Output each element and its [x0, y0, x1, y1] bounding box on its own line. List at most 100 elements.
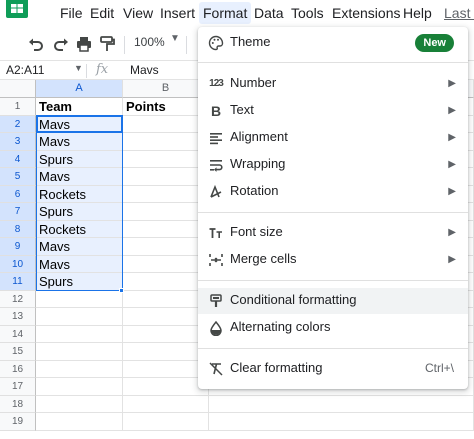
menu-view[interactable]: View	[123, 4, 153, 22]
cell-b[interactable]	[123, 395, 209, 413]
redo-icon[interactable]	[51, 34, 71, 54]
cell-a[interactable]: Mavs	[36, 133, 123, 151]
row-header[interactable]: 13	[0, 308, 36, 326]
cell-b[interactable]	[123, 360, 209, 378]
row-header[interactable]: 17	[0, 378, 36, 396]
cell-a[interactable]: Mavs	[36, 238, 123, 256]
menu-item-clear-formatting[interactable]: Clear formatting Ctrl+\	[198, 356, 468, 382]
menu-file[interactable]: File	[60, 4, 83, 22]
row-header[interactable]: 15	[0, 343, 36, 361]
cell-a[interactable]: Mavs	[36, 115, 123, 133]
menu-format[interactable]: Format	[199, 2, 252, 24]
cell-b[interactable]: 1	[123, 255, 209, 273]
cell-b[interactable]	[123, 343, 209, 361]
cell-b[interactable]: 1	[123, 185, 209, 203]
print-icon[interactable]	[74, 34, 94, 54]
menu-insert[interactable]: Insert	[160, 4, 195, 22]
cell-a[interactable]	[36, 395, 123, 413]
row-header[interactable]: 1	[0, 98, 36, 116]
cell-a[interactable]: Rockets	[36, 220, 123, 238]
menu-divider	[198, 348, 468, 349]
menu-extensions[interactable]: Extensions	[332, 4, 400, 22]
menu-item-number[interactable]: 123 Number ▶	[198, 71, 468, 97]
cell-b[interactable]: 2	[123, 115, 209, 133]
row-header[interactable]: 8	[0, 220, 36, 238]
menu-help[interactable]: Help	[403, 4, 432, 22]
conditional-format-icon	[208, 293, 224, 309]
cell-b[interactable]	[123, 413, 209, 431]
keyboard-shortcut: Ctrl+\	[424, 361, 454, 375]
menu-tools[interactable]: Tools	[291, 4, 324, 22]
cell-b[interactable]: 1	[123, 273, 209, 291]
menu-item-theme[interactable]: Theme New	[198, 30, 468, 56]
cell-a[interactable]: Spurs	[36, 203, 123, 221]
cell-b[interactable]: 1	[123, 150, 209, 168]
menu-item-merge-cells[interactable]: Merge cells ▶	[198, 247, 468, 273]
row-header[interactable]: 7	[0, 203, 36, 221]
row-header[interactable]: 11	[0, 273, 36, 291]
menu-item-alternating-colors[interactable]: Alternating colors	[198, 315, 468, 341]
name-box[interactable]: A2:A11	[6, 63, 44, 77]
cell-a[interactable]: Rockets	[36, 185, 123, 203]
row-header[interactable]: 2	[0, 115, 36, 133]
cell-a[interactable]: Mavs	[36, 168, 123, 186]
row-header[interactable]: 14	[0, 325, 36, 343]
fill-handle[interactable]	[119, 288, 124, 293]
cell-a[interactable]: Spurs	[36, 150, 123, 168]
cell-b[interactable]: Points	[123, 98, 209, 116]
cell-a[interactable]	[36, 308, 123, 326]
menu-item-font-size[interactable]: Font size ▶	[198, 220, 468, 246]
menu-data[interactable]: Data	[254, 4, 284, 22]
cell-a[interactable]: Spurs	[36, 273, 123, 291]
row-header[interactable]: 19	[0, 413, 36, 431]
cell-b[interactable]	[123, 308, 209, 326]
cell-b[interactable]: 1	[123, 133, 209, 151]
row-header[interactable]: 10	[0, 255, 36, 273]
cell-a[interactable]	[36, 413, 123, 431]
row-header[interactable]: 18	[0, 395, 36, 413]
cell-c[interactable]	[209, 413, 474, 431]
menu-edit[interactable]: Edit	[90, 4, 114, 22]
cell-c[interactable]	[209, 395, 474, 413]
cell-a[interactable]	[36, 378, 123, 396]
palette-icon	[208, 35, 224, 51]
menu-item-text[interactable]: B Text ▶	[198, 98, 468, 124]
paint-format-icon[interactable]	[97, 34, 117, 54]
cell-b[interactable]: 1	[123, 238, 209, 256]
row-header[interactable]: 9	[0, 238, 36, 256]
select-all-corner[interactable]	[0, 80, 36, 98]
column-header-b[interactable]: B	[123, 80, 209, 98]
cell-a[interactable]	[36, 290, 123, 308]
zoom-select[interactable]: 100%	[134, 35, 165, 49]
row-header[interactable]: 16	[0, 360, 36, 378]
chevron-down-icon[interactable]: ▼	[74, 63, 83, 73]
cell-a[interactable]	[36, 325, 123, 343]
cell-b[interactable]: 1	[123, 220, 209, 238]
column-header-a[interactable]: A	[36, 80, 123, 98]
menu-item-rotation[interactable]: Rotation ▶	[198, 179, 468, 205]
cell-a[interactable]: Mavs	[36, 255, 123, 273]
cell-b[interactable]: 3	[123, 203, 209, 221]
number-format-icon: 123	[209, 78, 224, 89]
sheets-logo-icon[interactable]	[0, 0, 44, 26]
menu-item-wrapping[interactable]: Wrapping ▶	[198, 152, 468, 178]
last-edit-link[interactable]: Last e	[444, 4, 474, 22]
chevron-down-icon[interactable]: ▼	[170, 33, 180, 44]
row-header[interactable]: 6	[0, 185, 36, 203]
cell-b[interactable]	[123, 325, 209, 343]
row-header[interactable]: 12	[0, 290, 36, 308]
cell-a[interactable]: Team	[36, 98, 123, 116]
cell-a[interactable]	[36, 343, 123, 361]
undo-icon[interactable]	[26, 34, 46, 54]
row-header[interactable]: 4	[0, 150, 36, 168]
cell-a[interactable]	[36, 360, 123, 378]
row-header[interactable]: 3	[0, 133, 36, 151]
menu-item-label: Theme	[230, 34, 271, 49]
menu-item-alignment[interactable]: Alignment ▶	[198, 125, 468, 151]
row-header[interactable]: 5	[0, 168, 36, 186]
formula-input[interactable]: Mavs	[130, 63, 159, 77]
cell-b[interactable]	[123, 378, 209, 396]
cell-b[interactable]: 2	[123, 168, 209, 186]
cell-b[interactable]	[123, 290, 209, 308]
menu-item-conditional-formatting[interactable]: Conditional formatting	[198, 288, 468, 314]
